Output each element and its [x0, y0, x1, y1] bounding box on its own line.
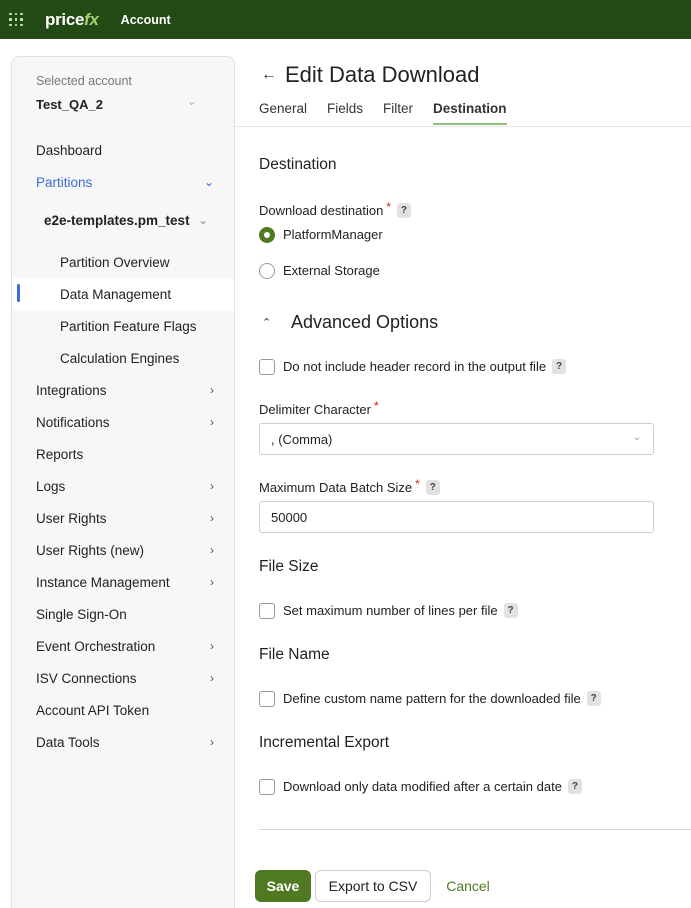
file-size-heading: File Size [259, 558, 319, 575]
sidebar-item-integrations[interactable]: Integrations › [12, 374, 234, 406]
file-name-heading: File Name [259, 646, 330, 663]
help-icon[interactable]: ? [567, 779, 582, 794]
sidebar-item-partitions[interactable]: Partitions ⌄ [12, 166, 234, 198]
chevron-down-icon: ⌄ [197, 213, 208, 227]
tab-general[interactable]: General [259, 101, 307, 125]
help-icon[interactable]: ? [396, 203, 411, 218]
sidebar-item-isv-connections[interactable]: ISV Connections › [12, 662, 234, 694]
sidebar: Selected account Test_QA_2 ⌄ Dashboard P… [11, 56, 235, 908]
chevron-right-icon: › [210, 479, 214, 493]
delimiter-value: , (Comma) [271, 431, 333, 447]
destination-heading: Destination [259, 156, 337, 173]
no-header-checkbox[interactable] [259, 359, 275, 375]
chevron-right-icon: › [210, 543, 214, 557]
back-arrow-icon[interactable]: ← [261, 66, 277, 84]
chevron-down-icon[interactable]: ⌄ [187, 95, 196, 108]
max-lines-checkbox[interactable] [259, 603, 275, 619]
chevron-right-icon: › [210, 639, 214, 653]
batch-size-label: Maximum Data Batch Size *? [259, 476, 440, 495]
help-icon[interactable]: ? [586, 691, 601, 706]
top-bar: pricefx Account [0, 0, 691, 39]
incremental-checkbox[interactable] [259, 779, 275, 795]
required-asterisk: * [386, 199, 391, 214]
page-title: Edit Data Download [285, 62, 480, 87]
radio-platformmanager-label: PlatformManager [283, 227, 383, 242]
sidebar-item-calculation-engines[interactable]: Calculation Engines [12, 342, 234, 374]
sidebar-item-notifications[interactable]: Notifications › [12, 406, 234, 438]
sidebar-item-partition-name[interactable]: e2e-templates.pm_test ⌄ [12, 204, 234, 236]
pricefx-logo[interactable]: pricefx [45, 10, 99, 30]
app-grid-icon[interactable] [9, 12, 23, 27]
delimiter-label: Delimiter Character * [259, 398, 379, 418]
footer-divider [259, 829, 691, 830]
tab-fields[interactable]: Fields [327, 101, 363, 125]
sidebar-item-reports[interactable]: Reports [12, 438, 234, 470]
sidebar-item-account-api-token[interactable]: Account API Token [12, 694, 234, 726]
sidebar-item-partition-overview[interactable]: Partition Overview [12, 246, 234, 278]
tab-bar: General Fields Filter Destination [259, 101, 507, 125]
sidebar-item-user-rights[interactable]: User Rights › [12, 502, 234, 534]
chevron-right-icon: › [210, 575, 214, 589]
chevron-right-icon: › [210, 383, 214, 397]
sidebar-item-data-tools[interactable]: Data Tools › [12, 726, 234, 758]
export-csv-button[interactable]: Export to CSV [315, 870, 431, 902]
incremental-checkbox-label: Download only data modified after a cert… [283, 779, 582, 794]
selected-account-label: Selected account [36, 74, 132, 88]
chevron-right-icon: › [210, 511, 214, 525]
tab-destination[interactable]: Destination [433, 101, 507, 125]
help-icon[interactable]: ? [552, 359, 567, 374]
cancel-button[interactable]: Cancel [436, 870, 500, 902]
batch-size-input[interactable] [259, 501, 654, 533]
help-icon[interactable]: ? [425, 480, 440, 495]
max-lines-checkbox-label: Set maximum number of lines per file? [283, 603, 518, 618]
required-asterisk: * [415, 476, 420, 491]
sidebar-item-single-sign-on[interactable]: Single Sign-On [12, 598, 234, 630]
chevron-right-icon: › [210, 735, 214, 749]
sidebar-item-logs[interactable]: Logs › [12, 470, 234, 502]
sidebar-item-instance-management[interactable]: Instance Management › [12, 566, 234, 598]
radio-platformmanager[interactable] [259, 227, 275, 243]
sidebar-item-user-rights-new[interactable]: User Rights (new) › [12, 534, 234, 566]
tab-filter[interactable]: Filter [383, 101, 413, 125]
chevron-down-icon: ⌄ [203, 175, 214, 189]
tab-divider [235, 126, 691, 127]
sidebar-item-event-orchestration[interactable]: Event Orchestration › [12, 630, 234, 662]
sidebar-item-partition-feature-flags[interactable]: Partition Feature Flags [12, 310, 234, 342]
sidebar-item-dashboard[interactable]: Dashboard [12, 134, 234, 166]
required-asterisk: * [373, 398, 379, 413]
radio-external-storage-label: External Storage [283, 263, 380, 278]
incremental-export-heading: Incremental Export [259, 734, 390, 751]
chevron-down-icon: ⌄ [632, 432, 641, 443]
chevron-right-icon: › [210, 415, 214, 429]
sidebar-item-data-management[interactable]: Data Management [12, 278, 234, 310]
selected-account-value[interactable]: Test_QA_2 [36, 97, 103, 112]
custom-name-checkbox-label: Define custom name pattern for the downl… [283, 691, 601, 706]
save-button[interactable]: Save [255, 870, 311, 902]
chevron-up-icon[interactable]: ⌃ [262, 316, 271, 329]
no-header-checkbox-label: Do not include header record in the outp… [283, 359, 567, 374]
delimiter-select[interactable]: , (Comma) ⌄ [259, 423, 654, 455]
help-icon[interactable]: ? [503, 603, 518, 618]
header-section-title: Account [120, 12, 171, 27]
radio-external-storage[interactable] [259, 263, 275, 279]
download-destination-label: Download destination *? [259, 199, 411, 218]
custom-name-checkbox[interactable] [259, 691, 275, 707]
chevron-right-icon: › [210, 671, 214, 685]
advanced-options-heading[interactable]: Advanced Options [291, 312, 438, 333]
